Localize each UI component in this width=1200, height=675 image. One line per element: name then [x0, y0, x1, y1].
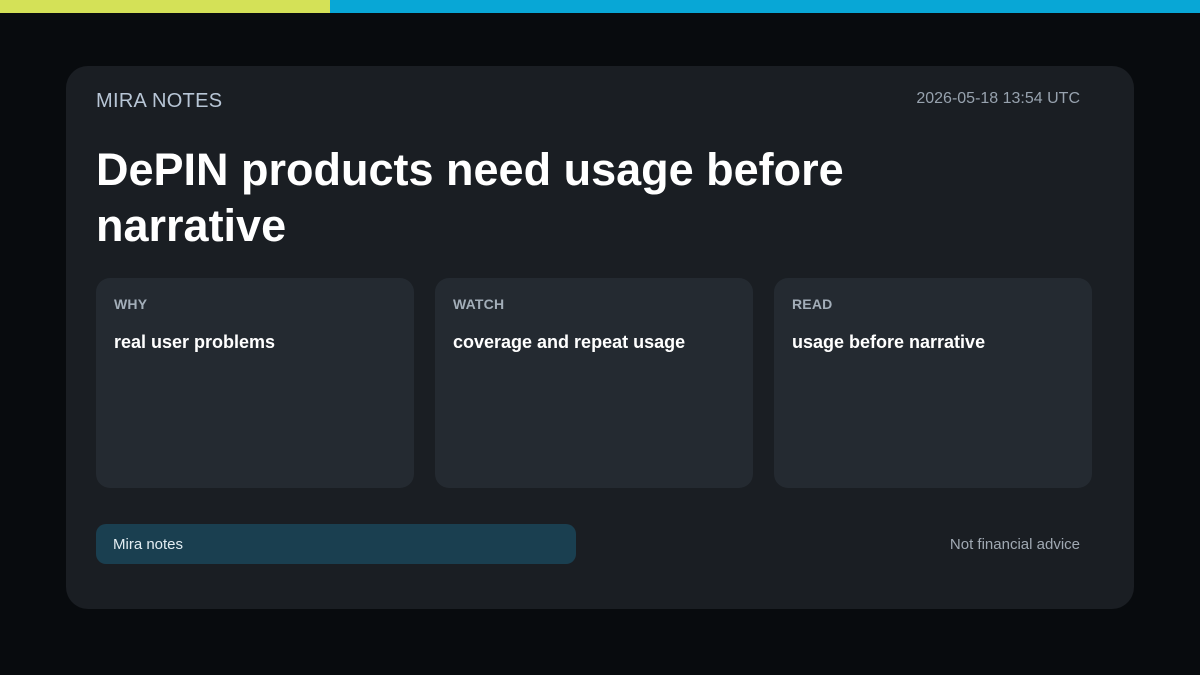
- panel-why: WHY real user problems: [96, 278, 414, 488]
- timestamp: 2026-05-18 13:54 UTC: [916, 90, 1080, 107]
- panel-text: usage before narrative: [792, 332, 986, 352]
- panel-watch: WATCH coverage and repeat usage: [435, 278, 753, 488]
- panel-label: READ: [792, 296, 833, 312]
- accent-bar-cyan: [330, 0, 1200, 13]
- panel-text: real user problems: [114, 332, 276, 352]
- disclaimer-text: Not financial advice: [949, 536, 1080, 553]
- note-card: MIRA NOTES 2026-05-18 13:54 UTC DePIN pr…: [66, 66, 1134, 609]
- panel-read: READ usage before narrative: [774, 278, 1092, 488]
- accent-bar: [0, 0, 1200, 13]
- panel-label: WHY: [114, 296, 148, 312]
- brand-label: MIRA NOTES: [96, 90, 223, 112]
- accent-bar-lime: [0, 0, 330, 13]
- panel-row: WHY real user problems WATCH coverage an…: [96, 278, 1092, 488]
- panel-text: coverage and repeat usage: [453, 332, 686, 352]
- panel-label: WATCH: [453, 296, 505, 312]
- headline: DePIN products need usage before narrati…: [96, 144, 844, 251]
- source-pill: Mira notes: [96, 524, 576, 564]
